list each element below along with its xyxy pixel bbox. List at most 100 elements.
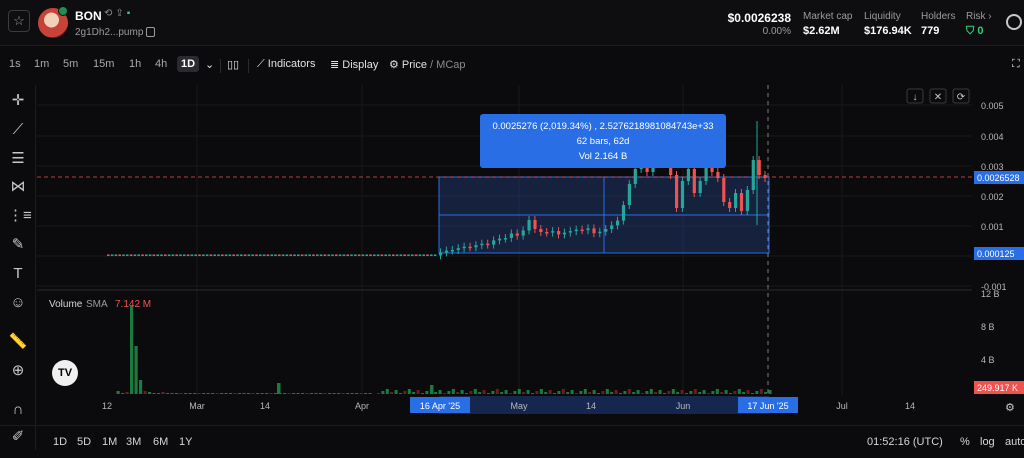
axis-settings-icon[interactable]: ⚙: [1005, 402, 1015, 414]
volume-bar: [720, 392, 724, 394]
timeframe-1s[interactable]: 1s: [9, 58, 21, 70]
volume-bar: [658, 390, 662, 394]
display-button[interactable]: ≣ Display: [330, 58, 378, 71]
volume-bar: [526, 390, 530, 394]
utc-clock[interactable]: 01:52:16 (UTC): [867, 436, 943, 448]
timeframe-1d[interactable]: 1D: [177, 56, 200, 72]
volume-bar: [570, 390, 574, 394]
range-5d[interactable]: 5D: [77, 436, 91, 448]
percent-toggle[interactable]: %: [960, 436, 970, 448]
candle: [107, 254, 110, 257]
volume-label: Volume: [49, 299, 83, 310]
range-low-tag: 0.000125: [977, 249, 1015, 259]
volume-bar: [755, 391, 759, 394]
fib-icon[interactable]: ⋮≡: [8, 206, 32, 226]
volume-bar: [491, 391, 495, 394]
candle: [304, 254, 308, 257]
text-icon[interactable]: T: [8, 264, 28, 284]
volume-bar: [430, 385, 434, 394]
volume-bar: [152, 393, 156, 394]
volume-bar: [385, 389, 389, 394]
chart-controls[interactable]: ↓ ✕ ⟳: [906, 88, 970, 104]
timeframe-15m[interactable]: 15m: [93, 58, 114, 70]
timeframe-1m[interactable]: 1m: [34, 58, 49, 70]
horizontal-lines-icon[interactable]: ☰: [8, 149, 28, 169]
volume-bar: [500, 392, 504, 394]
candle: [202, 254, 205, 257]
candle: [338, 254, 342, 257]
refresh-icon[interactable]: ⟲: [104, 8, 115, 19]
volume-bar: [143, 391, 147, 394]
volume-bar: [256, 393, 260, 394]
candle: [422, 254, 425, 257]
volume-bar: [161, 392, 165, 394]
share-icon[interactable]: ⇪: [115, 8, 126, 19]
zoom-icon[interactable]: ⊕: [8, 361, 28, 381]
brush-icon[interactable]: ✎: [8, 235, 28, 255]
time-tick-label: Jul: [836, 401, 848, 411]
wallet-icon[interactable]: ▪: [127, 8, 134, 19]
candle: [498, 238, 502, 241]
volume-bar: [314, 393, 318, 394]
indicators-button[interactable]: ⟋ Indicators: [257, 58, 315, 71]
pattern-icon[interactable]: ⋈: [8, 177, 28, 197]
volume-bar: [746, 390, 750, 394]
volume-bar: [148, 392, 152, 394]
volume-bar: [610, 392, 614, 394]
range-6m[interactable]: 6M: [153, 436, 168, 448]
timeframe-1h[interactable]: 1h: [129, 58, 141, 70]
log-toggle[interactable]: log: [980, 436, 995, 448]
collapse-icon[interactable]: ✕: [934, 92, 942, 103]
stat-risk[interactable]: Risk › ⛉ 0: [966, 11, 992, 38]
timeframe-4h[interactable]: 4h: [155, 58, 167, 70]
copy-icon[interactable]: [146, 27, 155, 37]
range-1d[interactable]: 1D: [53, 436, 67, 448]
price-axis[interactable]: 0.0050.0040.0030.0020.001-0.0010.0026528…: [974, 101, 1024, 394]
volume-bar: [116, 391, 120, 394]
candle: [509, 233, 513, 238]
price-tick-label: 0.002: [981, 192, 1004, 202]
volume-bar: [328, 393, 332, 394]
volume-bar: [531, 393, 534, 394]
reset-icon[interactable]: ⟳: [957, 92, 966, 103]
crosshair-icon[interactable]: ✛: [8, 91, 28, 111]
chevron-down-icon[interactable]: ⌄: [205, 58, 214, 71]
volume-bar: [323, 393, 327, 394]
volume-bar: [456, 392, 460, 394]
timeframe-5m[interactable]: 5m: [63, 58, 78, 70]
candle-type-icon[interactable]: ▯▯: [227, 58, 239, 71]
trendline-icon[interactable]: ⟋: [8, 120, 28, 140]
price-mcap-toggle[interactable]: ⚙ Price / MCap: [389, 58, 466, 71]
volume-bar: [292, 393, 296, 394]
volume-bar: [689, 391, 693, 394]
emoji-icon[interactable]: ☺: [8, 293, 28, 313]
candle: [110, 254, 114, 257]
volume-bar: [676, 392, 680, 394]
gear-icon[interactable]: [1006, 14, 1022, 30]
candle: [545, 232, 549, 234]
auto-toggle[interactable]: auto: [1005, 436, 1024, 448]
range-1y[interactable]: 1Y: [179, 436, 192, 448]
candle: [384, 254, 387, 257]
candle: [586, 228, 590, 231]
candle: [232, 254, 235, 257]
range-1m[interactable]: 1M: [102, 436, 117, 448]
candle: [433, 254, 437, 257]
fullscreen-icon[interactable]: ⛶: [1012, 58, 1020, 71]
star-icon[interactable]: ☆: [8, 10, 30, 32]
token-header: ☆ BON ⟲⇪▪ 2g1Dh2...pump $0.0026238 0.00%…: [0, 0, 1024, 46]
volume-bar: [597, 393, 600, 394]
scroll-down-icon[interactable]: ↓: [913, 92, 918, 103]
volume-bar: [465, 393, 468, 394]
candle: [539, 229, 543, 232]
stat-label: Liquidity: [864, 11, 901, 22]
candle: [346, 254, 349, 257]
volume-bar: [277, 383, 281, 394]
volume-bar: [364, 393, 368, 394]
range-3m[interactable]: 3M: [126, 436, 141, 448]
magnet-icon[interactable]: ∩: [8, 400, 28, 420]
candle: [414, 254, 418, 257]
candle: [316, 254, 319, 257]
ruler-icon[interactable]: 📏: [8, 332, 28, 352]
tradingview-logo: TV: [52, 360, 78, 386]
